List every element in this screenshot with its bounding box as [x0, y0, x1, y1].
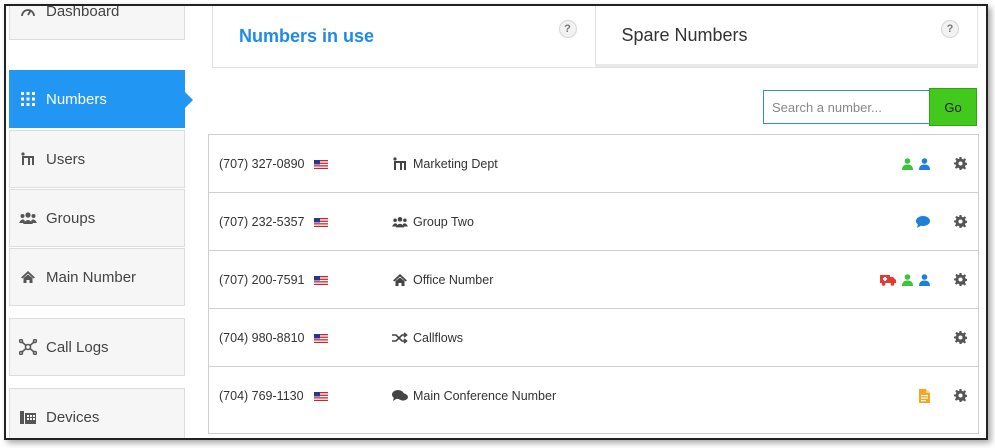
numbers-tabs: Numbers in use ? Spare Numbers ? [212, 6, 978, 68]
user-tree-icon [18, 150, 38, 168]
owner-cell: Group Two [392, 193, 474, 251]
number-cell: (707) 232-5357 [219, 193, 329, 251]
sidebar-item-dashboard[interactable]: Dashboard [9, 4, 185, 40]
feature-icons [916, 193, 930, 251]
gear-icon[interactable] [952, 387, 968, 403]
owner-label: Office Number [413, 273, 494, 287]
document-icon [919, 389, 930, 403]
help-icon[interactable]: ? [941, 20, 959, 38]
number-cell: (707) 327-0890 [219, 135, 329, 193]
phone-number: (707) 327-0890 [219, 157, 305, 171]
active-indicator-arrow [184, 91, 193, 109]
sidebar-item-label: Dashboard [46, 4, 120, 20]
device-icon [18, 408, 38, 426]
us-flag-icon [313, 391, 328, 401]
sidebar-item-users[interactable]: Users [9, 130, 185, 188]
sidebar-item-numbers[interactable]: Numbers [9, 70, 193, 128]
grid-icon [18, 90, 38, 108]
owner-label: Main Conference Number [413, 389, 557, 403]
chat-bubble-icon [916, 216, 930, 228]
phone-number: (707) 200-7591 [219, 273, 305, 287]
sidebar-item-groups[interactable]: Groups [9, 189, 185, 247]
green-user-icon [902, 158, 913, 170]
tab-spare-numbers[interactable]: Spare Numbers ? [594, 6, 977, 67]
user-tree-icon [392, 157, 408, 171]
sidebar-item-label: Users [46, 150, 86, 168]
gear-icon[interactable] [952, 155, 968, 171]
dashboard-icon [18, 6, 38, 20]
owner-cell: Office Number [392, 251, 493, 309]
group-icon [18, 209, 38, 227]
group-icon [392, 215, 408, 229]
sidebar-item-label: Numbers [46, 90, 107, 108]
owner-cell: Marketing Dept [392, 135, 498, 193]
sidebar-item-label: Call Logs [46, 338, 109, 356]
number-row[interactable]: (707) 327-0890 Marketing Dept [209, 135, 978, 193]
sidebar-item-label: Devices [46, 408, 100, 426]
us-flag-icon [314, 333, 329, 343]
us-flag-icon [314, 217, 329, 227]
sidebar-item-devices[interactable]: Devices [9, 388, 185, 438]
number-row[interactable]: (707) 232-5357 Group Two [209, 193, 978, 251]
sidebar-item-call-logs[interactable]: Call Logs [9, 318, 185, 376]
home-icon [18, 268, 38, 286]
tab-numbers-in-use[interactable]: Numbers in use ? [213, 6, 595, 67]
home-icon [392, 273, 408, 287]
feature-icons [902, 135, 930, 193]
app-window: Dashboard Numbers Users Groups Main Numb… [4, 4, 988, 440]
us-flag-icon [314, 275, 329, 285]
blue-user-icon [919, 158, 930, 170]
numbers-list: (707) 327-0890 Marketing Dept (707) 232-… [208, 134, 979, 434]
owner-cell: Callflows [392, 309, 463, 367]
tab-label: Numbers in use [239, 26, 375, 46]
owner-cell: Main Conference Number [392, 367, 556, 425]
sidebar-item-label: Groups [46, 209, 96, 227]
ambulance-icon [880, 274, 896, 286]
go-button[interactable]: Go [929, 88, 977, 126]
tab-label: Spare Numbers [621, 24, 748, 45]
us-flag-icon [314, 159, 329, 169]
sidebar-item-main-number[interactable]: Main Number [9, 248, 185, 306]
phone-number: (704) 980-8810 [219, 331, 305, 345]
number-row[interactable]: (704) 769-1130 Main Conference Number [209, 367, 978, 425]
search-input[interactable] [763, 90, 931, 124]
feature-icons [880, 251, 930, 309]
number-cell: (704) 980-8810 [219, 309, 329, 367]
number-cell: (704) 769-1130 [219, 367, 328, 425]
number-row[interactable]: (707) 200-7591 Office Number [209, 251, 978, 309]
number-row[interactable]: (704) 980-8810 Callflows [209, 309, 978, 367]
owner-label: Callflows [413, 331, 464, 345]
phone-number: (704) 769-1130 [219, 389, 304, 403]
sidebar: Dashboard Numbers Users Groups Main Numb… [9, 4, 193, 438]
phone-number: (707) 232-5357 [219, 215, 305, 229]
gear-icon[interactable] [952, 329, 968, 345]
call-logs-icon [18, 338, 38, 356]
owner-label: Marketing Dept [413, 157, 498, 171]
gear-icon[interactable] [952, 213, 968, 229]
gear-icon[interactable] [952, 271, 968, 287]
sidebar-item-label: Main Number [46, 268, 137, 286]
feature-icons [919, 367, 930, 425]
blue-user-icon [919, 274, 930, 286]
help-icon[interactable]: ? [558, 20, 577, 38]
owner-label: Group Two [413, 215, 474, 229]
shuffle-icon [392, 331, 408, 345]
conference-icon [392, 389, 408, 403]
number-cell: (707) 200-7591 [219, 251, 329, 309]
green-user-icon [902, 274, 913, 286]
